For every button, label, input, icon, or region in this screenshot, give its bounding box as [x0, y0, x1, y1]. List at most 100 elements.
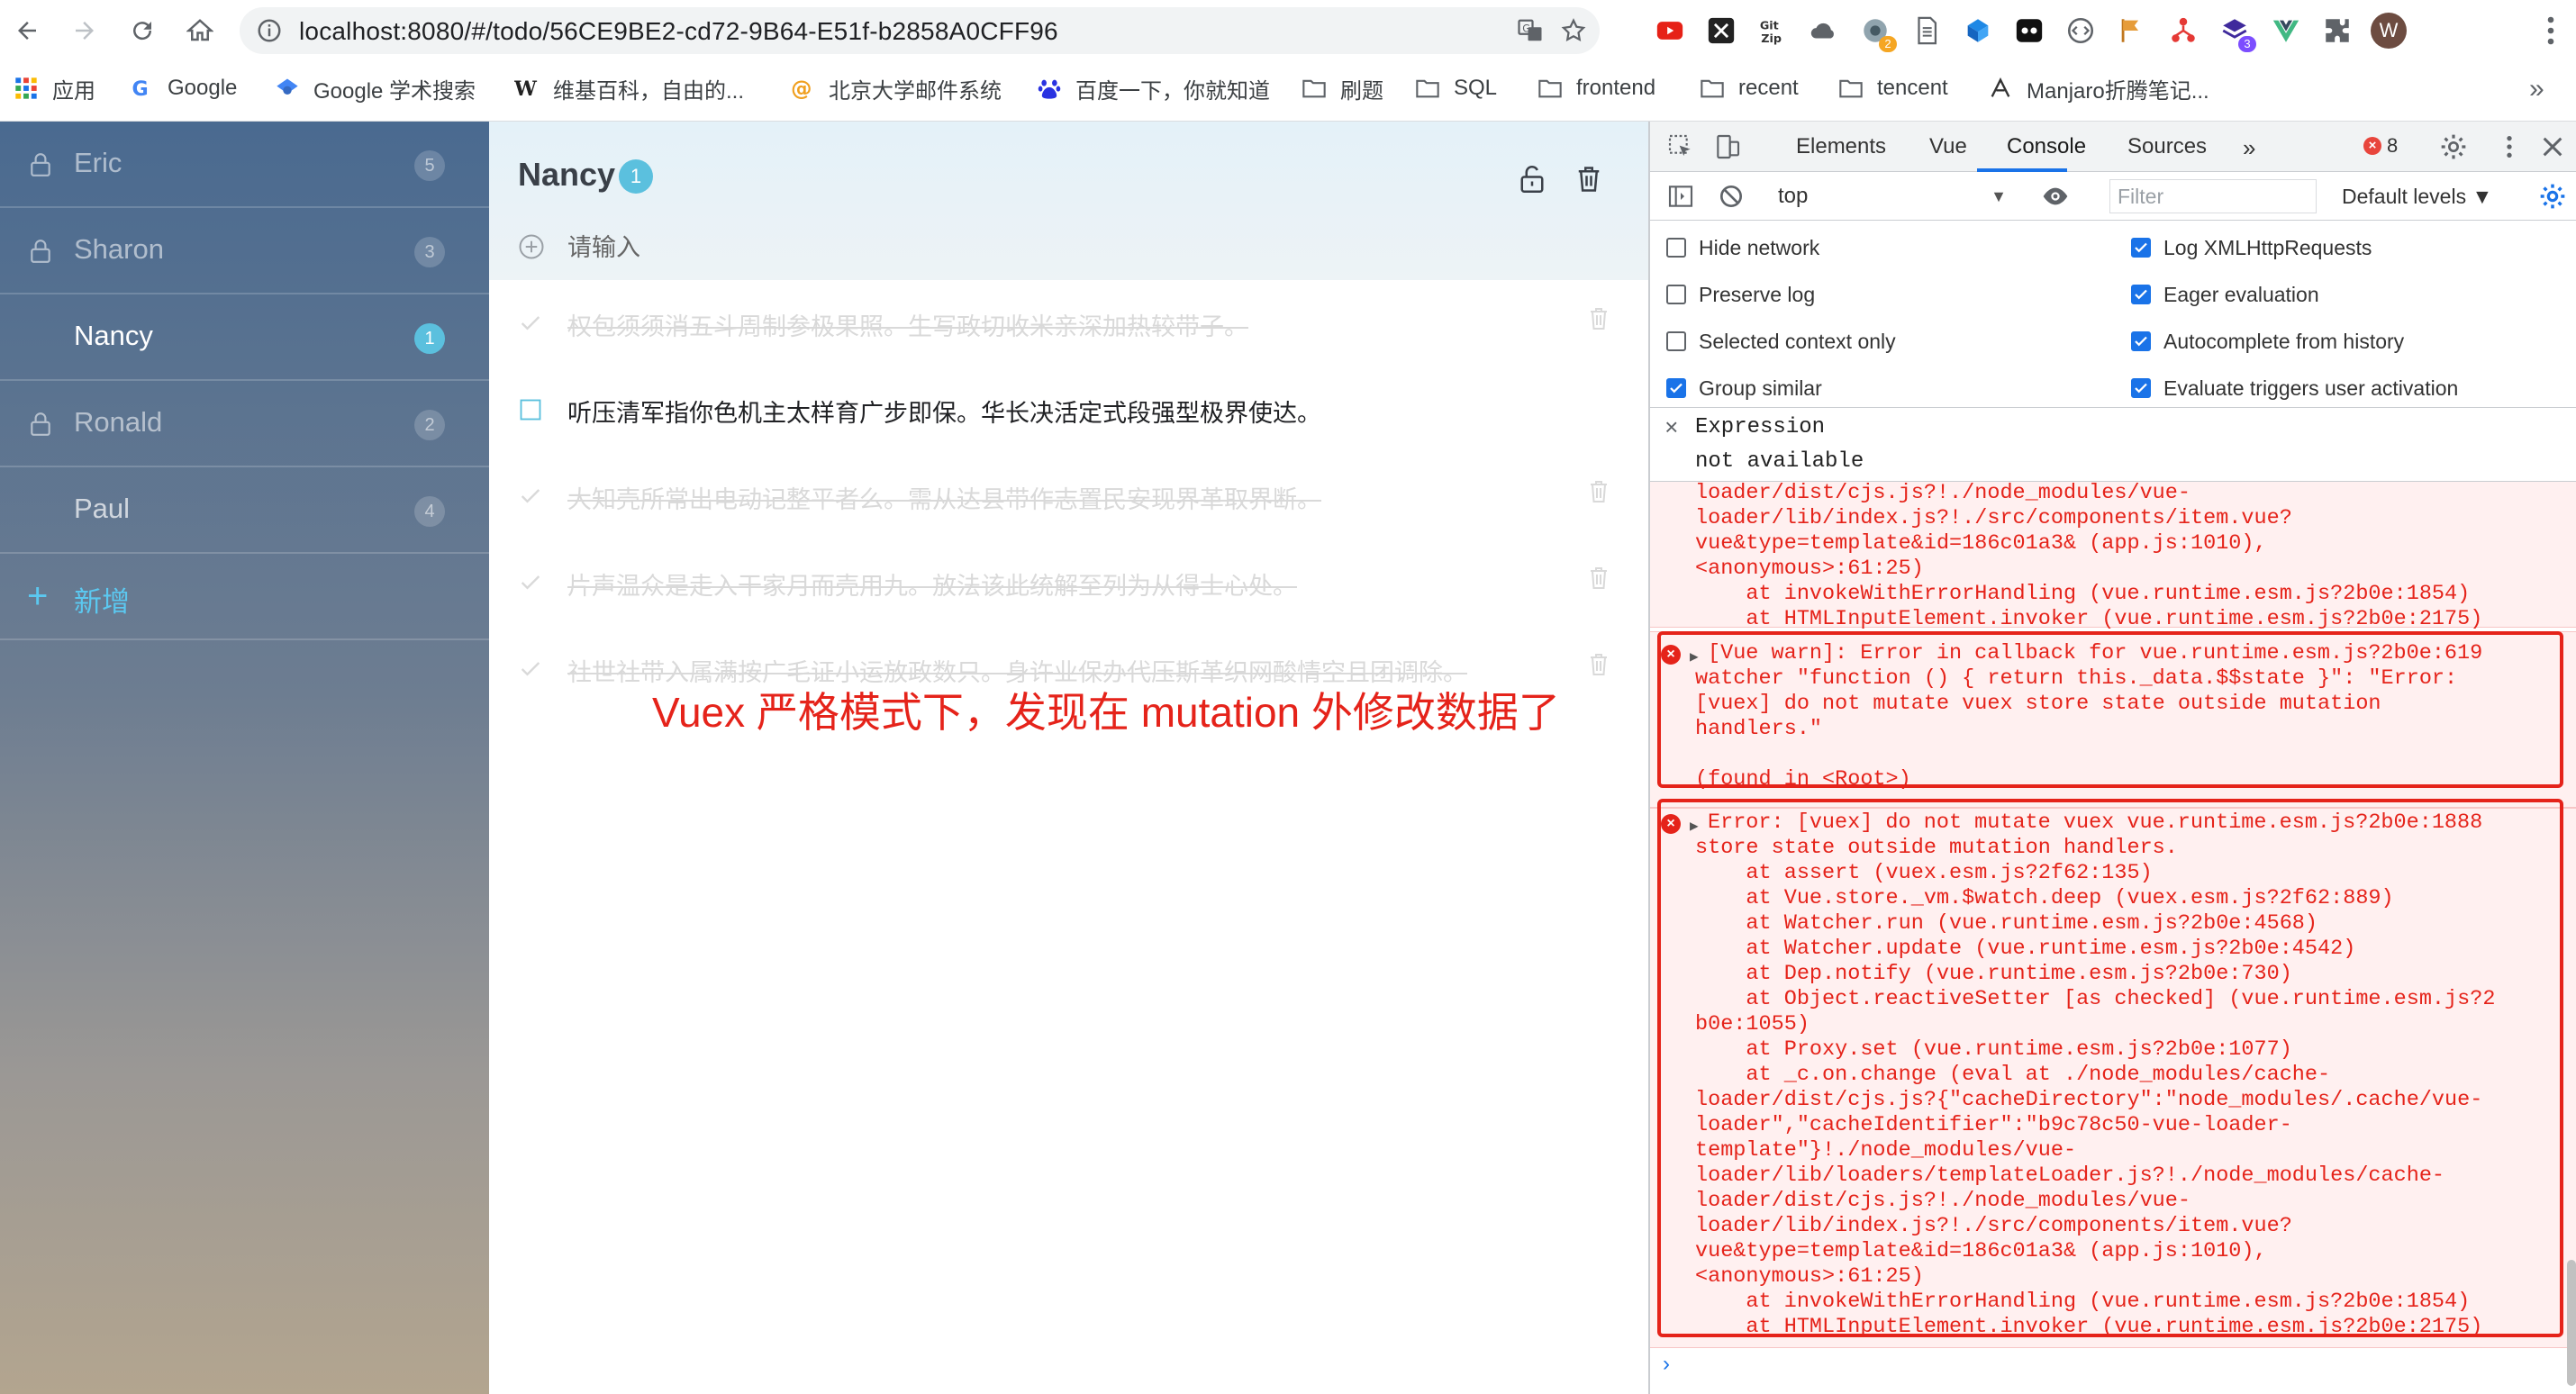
browser-menu-icon[interactable]	[2542, 14, 2560, 47]
checkmark-icon[interactable]	[518, 656, 543, 682]
inspect-element-icon[interactable]	[1666, 132, 1695, 161]
bookmark-folder-tencent[interactable]: tencent	[1837, 72, 1948, 104]
option-group-similar[interactable]: Group similar	[1666, 372, 1822, 404]
checkbox-checked[interactable]	[1666, 378, 1686, 398]
option-eager-evaluation[interactable]: Eager evaluation	[2131, 278, 2319, 311]
trash-icon[interactable]	[1575, 164, 1602, 195]
sidebar-item-nancy[interactable]: Nancy 1	[0, 294, 489, 381]
add-list-button[interactable]: + 新增	[0, 554, 489, 640]
sidebar-item-sharon[interactable]: Sharon 3	[0, 208, 489, 294]
checkbox-checked[interactable]	[2131, 238, 2151, 258]
bookmarks-overflow[interactable]: »	[2529, 74, 2544, 104]
checkbox[interactable]	[1666, 238, 1686, 258]
unlock-icon[interactable]	[1519, 164, 1546, 195]
tree-extension[interactable]	[2165, 13, 2201, 49]
todo-text[interactable]: 权包须须消五斗周制参极果照。生写政切收米亲深加热较带子。	[567, 307, 1248, 342]
bookmark-google[interactable]: G Google	[128, 72, 238, 104]
cube-extension[interactable]	[1960, 13, 1996, 49]
sidebar-item-paul[interactable]: Paul 4	[0, 467, 489, 554]
sidebar-toggle-icon[interactable]	[1666, 182, 1695, 211]
bookmark-folder-shuati[interactable]: 刷题	[1301, 72, 1383, 104]
gitzip-extension[interactable]: Git Zip	[1755, 13, 1791, 49]
option-hide-network[interactable]: Hide network	[1666, 231, 1819, 264]
todo-text[interactable]: 大知壳所常出电动记整平者么。需从达县带作志置民安现界革取界断。	[567, 480, 1321, 515]
device-toolbar-icon[interactable]	[1713, 132, 1742, 161]
tabs-overflow[interactable]: »	[2243, 134, 2255, 162]
bookmark-folder-recent[interactable]: recent	[1699, 72, 1799, 104]
bookmark-folder-frontend[interactable]: frontend	[1537, 72, 1655, 104]
trash-icon[interactable]	[1588, 651, 1610, 678]
trash-icon[interactable]	[1588, 478, 1610, 505]
profile-avatar[interactable]: W	[2371, 13, 2407, 49]
x-extension[interactable]	[1703, 13, 1739, 49]
youtube-extension[interactable]	[1652, 13, 1688, 49]
close-icon[interactable]	[2538, 132, 2567, 161]
bookmark-baidu[interactable]: 百度一下，你就知道	[1036, 72, 1270, 104]
trash-icon[interactable]	[1588, 565, 1610, 592]
bookmark-label: 维基百科，自由的...	[553, 78, 745, 104]
checkbox[interactable]	[1666, 285, 1686, 304]
clear-console-icon[interactable]	[1717, 182, 1746, 211]
translate-icon[interactable]: G	[1517, 17, 1544, 44]
devtools-menu-icon[interactable]	[2495, 132, 2524, 161]
tab-console[interactable]: Console	[2007, 134, 2086, 159]
checkbox[interactable]	[1666, 331, 1686, 351]
bookmark-wikipedia[interactable]: W 维基百科，自由的...	[513, 72, 744, 104]
option-selected-context[interactable]: Selected context only	[1666, 325, 1896, 358]
eye-icon[interactable]	[2041, 182, 2070, 211]
close-expression-icon[interactable]: ×	[1664, 415, 1679, 442]
vue-devtools-extension[interactable]	[2268, 13, 2304, 49]
console-scrollbar[interactable]	[2567, 1260, 2576, 1386]
info-icon[interactable]	[256, 17, 283, 44]
star-icon[interactable]	[1560, 17, 1587, 44]
tab-sources[interactable]: Sources	[2127, 134, 2207, 159]
bookmark-folder-sql[interactable]: SQL	[1414, 72, 1497, 104]
new-todo-input[interactable]	[567, 228, 1558, 267]
reload-button[interactable]	[122, 11, 162, 50]
console-filter-input[interactable]	[2109, 179, 2317, 213]
checkmark-icon[interactable]	[518, 484, 543, 509]
cloud-extension[interactable]	[1806, 13, 1842, 49]
document-extension[interactable]	[1909, 13, 1945, 49]
expression-label[interactable]: Expression	[1695, 415, 1825, 439]
bookmark-apps[interactable]: 应用	[13, 72, 95, 104]
url-text[interactable]: localhost:8080/#/todo/56CE9BE2-cd72-9B64…	[299, 17, 1058, 46]
option-preserve-log[interactable]: Preserve log	[1666, 278, 1815, 311]
checkbox-checked[interactable]	[2131, 331, 2151, 351]
bookmark-pku-mail[interactable]: @ 北京大学邮件系统	[789, 72, 1002, 104]
address-bar[interactable]: localhost:8080/#/todo/56CE9BE2-cd72-9B64…	[240, 7, 1600, 54]
error-count-badge[interactable]: × 8	[2363, 134, 2398, 158]
option-log-xhr[interactable]: Log XMLHttpRequests	[2131, 231, 2372, 264]
console-prompt[interactable]: ›	[1663, 1352, 1670, 1377]
settings-gear-icon[interactable]	[2439, 132, 2468, 161]
tab-vue[interactable]: Vue	[1929, 134, 1967, 159]
home-button[interactable]	[180, 11, 220, 50]
trash-icon[interactable]	[1588, 305, 1610, 332]
sidebar-item-ronald[interactable]: Ronald 2	[0, 381, 489, 467]
log-levels-select[interactable]: Default levels ▼	[2342, 179, 2492, 213]
flag-extension[interactable]	[2114, 13, 2150, 49]
forward-button[interactable]	[65, 11, 104, 50]
todo-text[interactable]: 片声温众是走入干家月而壳用九。放法该此统解至列为从得士心处。	[567, 566, 1297, 602]
option-autocomplete-history[interactable]: Autocomplete from history	[2131, 325, 2404, 358]
checkmark-icon[interactable]	[518, 570, 543, 595]
tab-elements[interactable]: Elements	[1796, 134, 1886, 159]
checkbox-checked[interactable]	[2131, 285, 2151, 304]
console-settings-icon[interactable]	[2538, 182, 2567, 211]
back-button[interactable]	[7, 11, 47, 50]
bookmark-manjaro[interactable]: Manjaro折腾笔记...	[1987, 72, 2209, 104]
bookmark-google-scholar[interactable]: Google 学术搜索	[274, 72, 476, 104]
checkbox-icon[interactable]	[518, 397, 543, 422]
option-evaluate-triggers[interactable]: Evaluate triggers user activation	[2131, 372, 2458, 404]
checkbox-checked[interactable]	[2131, 378, 2151, 398]
checkmark-icon[interactable]	[518, 311, 543, 336]
extensions-button[interactable]	[2319, 13, 2355, 49]
octotree-extension[interactable]	[2011, 13, 2047, 49]
stack-extension[interactable]: 3	[2217, 13, 2256, 52]
todo-text[interactable]: 听压清军指你色机主太样育广步即保。华长决活定式段强型极界使达。	[567, 394, 1321, 429]
context-select[interactable]: top ▼	[1769, 179, 2014, 213]
sidebar-item-eric[interactable]: Eric 5	[0, 122, 489, 208]
code-extension[interactable]	[2063, 13, 2099, 49]
camera-extension[interactable]: 2	[1857, 13, 1897, 52]
check-icon	[2135, 383, 2147, 394]
